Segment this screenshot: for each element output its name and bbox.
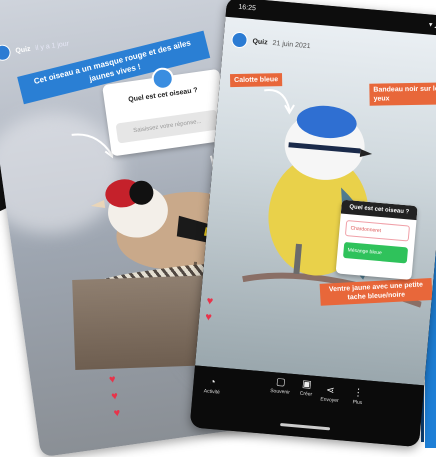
account-name[interactable]: Quiz <box>15 45 31 54</box>
heart-icon[interactable]: ♥ <box>113 407 121 420</box>
heart-icon[interactable]: ♥ <box>108 373 116 386</box>
avatar <box>150 66 176 92</box>
reaction-hearts: ♥ ♥ ♥ <box>108 373 121 420</box>
heart-icon[interactable]: ♥ <box>111 390 119 403</box>
right-phone-story: 16:25 ▾ ◢ ▮ Quiz 21 juin 2021 Calotte bl… <box>189 0 436 448</box>
answer-option-correct[interactable]: Mésange bleue <box>342 241 409 264</box>
status-time: 16:25 <box>238 3 257 13</box>
arrow-icon <box>264 88 295 115</box>
heart-icon[interactable]: ♥ <box>206 295 214 308</box>
quiz-answer-input[interactable]: Saisissez votre réponse... <box>115 109 220 144</box>
quiz-answer-sticker[interactable]: Quel est cet oiseau ? Chardonneret Mésan… <box>335 199 418 280</box>
more-button[interactable]: ⋮ Plus <box>342 386 373 407</box>
label-bandeau: Bandeau noir sur les yeux <box>369 82 436 106</box>
home-indicator[interactable] <box>280 423 331 431</box>
account-name[interactable]: Quiz <box>252 38 268 46</box>
status-icons: ▾ ◢ ▮ <box>428 21 436 29</box>
story-screen: Quiz 21 juin 2021 Calotte bleue Bandeau … <box>195 16 436 386</box>
activity-button[interactable]: ◔ Activité <box>197 376 228 397</box>
heart-icon[interactable]: ♥ <box>205 311 213 324</box>
send-button[interactable]: ⋖ Envoyer <box>314 384 345 405</box>
avatar[interactable] <box>230 31 249 49</box>
story-header: Quiz 21 juin 2021 <box>230 31 311 54</box>
answer-option-wrong[interactable]: Chardonneret <box>344 220 411 242</box>
story-time: 21 juin 2021 <box>272 39 311 50</box>
reaction-hearts: ♥ ♥ <box>205 295 214 324</box>
story-time: il y a 1 jour <box>34 39 70 52</box>
story-header: Quiz il y a 1 jour <box>0 35 70 62</box>
avatar[interactable] <box>0 43 12 62</box>
